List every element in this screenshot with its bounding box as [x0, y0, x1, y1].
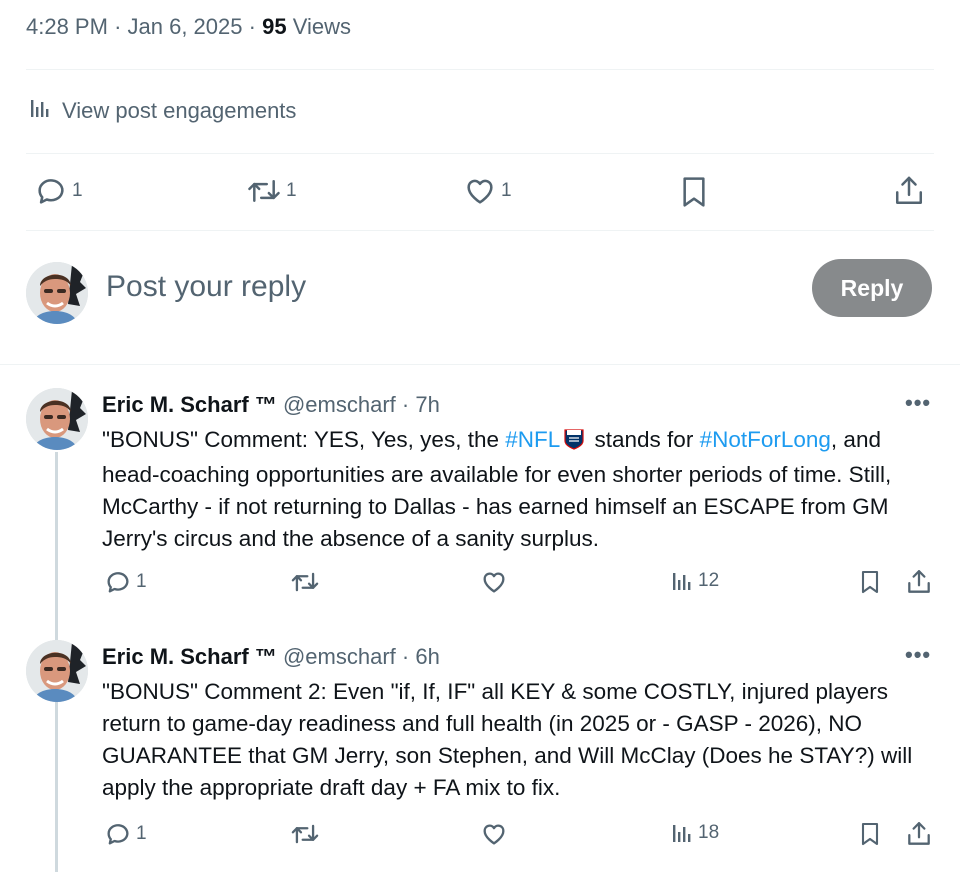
- like-button[interactable]: [480, 820, 508, 848]
- reply-submit-button[interactable]: Reply: [812, 259, 932, 317]
- avatar[interactable]: [26, 640, 88, 702]
- like-icon: [480, 820, 508, 848]
- reply-icon: [34, 174, 68, 208]
- view-engagements-label: View post engagements: [62, 98, 297, 123]
- hashtag-link[interactable]: #NotForLong: [700, 427, 831, 452]
- analytics-icon: [670, 568, 694, 594]
- reply-button[interactable]: 1: [104, 568, 147, 596]
- like-button[interactable]: [480, 568, 508, 596]
- divider: [0, 364, 960, 365]
- repost-icon: [290, 820, 320, 848]
- repost-count: 1: [286, 180, 297, 201]
- tweet-text: "BONUS" Comment: YES, Yes, yes, the #NFL…: [102, 424, 942, 555]
- bookmark-button[interactable]: [678, 174, 710, 210]
- header-separator: ·: [401, 644, 410, 669]
- reply-icon: [104, 568, 132, 596]
- bookmark-icon: [678, 174, 710, 210]
- author-handle[interactable]: @emscharf: [283, 392, 396, 417]
- bookmark-button[interactable]: [858, 568, 882, 596]
- divider: [26, 153, 934, 154]
- tweet-action-bar: 1 12: [0, 568, 960, 608]
- like-button[interactable]: 1: [463, 174, 512, 208]
- view-engagements-link[interactable]: View post engagements: [28, 96, 296, 126]
- repost-icon: [290, 568, 320, 596]
- view-count: 12: [698, 570, 720, 591]
- repost-button[interactable]: [290, 568, 320, 596]
- hashtag-link[interactable]: #NFL: [505, 427, 560, 452]
- divider: [26, 69, 934, 70]
- header-separator: ·: [401, 392, 410, 417]
- view-count: 18: [698, 822, 720, 843]
- bookmark-icon: [858, 568, 882, 596]
- repost-button[interactable]: [290, 820, 320, 848]
- views-label: Views: [292, 14, 351, 39]
- views-count: 95: [262, 14, 287, 39]
- repost-button[interactable]: 1: [246, 174, 297, 208]
- reply-button[interactable]: 1: [34, 174, 83, 208]
- tweet-text-part: "BONUS" Comment: YES, Yes, yes, the: [102, 427, 506, 452]
- share-icon: [906, 820, 932, 848]
- share-icon: [906, 568, 932, 596]
- tweet-header: Eric M. Scharf ™ @emscharf · 6h: [102, 644, 440, 670]
- post-action-bar: 1 1 1: [0, 172, 960, 212]
- views-button[interactable]: 18: [670, 820, 719, 846]
- nfl-logo-icon: [564, 427, 584, 459]
- tweet-text-part: stands for: [588, 427, 700, 452]
- share-button[interactable]: [893, 174, 925, 208]
- tweet-age[interactable]: 6h: [415, 644, 439, 669]
- tweet-header: Eric M. Scharf ™ @emscharf · 7h: [102, 392, 440, 418]
- more-icon[interactable]: •••: [905, 642, 931, 668]
- avatar[interactable]: [26, 262, 88, 324]
- like-count: 1: [501, 180, 512, 201]
- reply-icon: [104, 820, 132, 848]
- tweet-age[interactable]: 7h: [415, 392, 439, 417]
- reply-count: 1: [136, 823, 147, 844]
- reply-count: 1: [136, 571, 147, 592]
- avatar[interactable]: [26, 388, 88, 450]
- tweet-action-bar: 1 18: [0, 820, 960, 860]
- author-name[interactable]: Eric M. Scharf ™: [102, 392, 277, 417]
- like-icon: [480, 568, 508, 596]
- share-icon: [893, 174, 925, 208]
- meta-separator: ·: [248, 14, 256, 39]
- analytics-icon: [670, 820, 694, 846]
- views-button[interactable]: 12: [670, 568, 719, 594]
- bookmark-icon: [858, 820, 882, 848]
- repost-icon: [246, 174, 282, 208]
- reply-button[interactable]: 1: [104, 820, 147, 848]
- share-button[interactable]: [906, 568, 932, 596]
- tweet-text: "BONUS" Comment 2: Even "if, If, IF" all…: [102, 679, 913, 800]
- reply-count: 1: [72, 180, 83, 201]
- bookmark-button[interactable]: [858, 820, 882, 848]
- analytics-icon: [28, 96, 52, 126]
- share-button[interactable]: [906, 820, 932, 848]
- author-handle[interactable]: @emscharf: [283, 644, 396, 669]
- reply-input[interactable]: Post your reply: [106, 270, 306, 304]
- meta-separator: ·: [114, 14, 122, 39]
- divider: [26, 230, 934, 231]
- like-icon: [463, 174, 497, 208]
- post-meta: 4:28 PM · Jan 6, 2025 · 95 Views: [26, 14, 351, 40]
- post-time[interactable]: 4:28 PM: [26, 14, 108, 39]
- post-date[interactable]: Jan 6, 2025: [128, 14, 243, 39]
- more-icon[interactable]: •••: [905, 390, 931, 416]
- author-name[interactable]: Eric M. Scharf ™: [102, 644, 277, 669]
